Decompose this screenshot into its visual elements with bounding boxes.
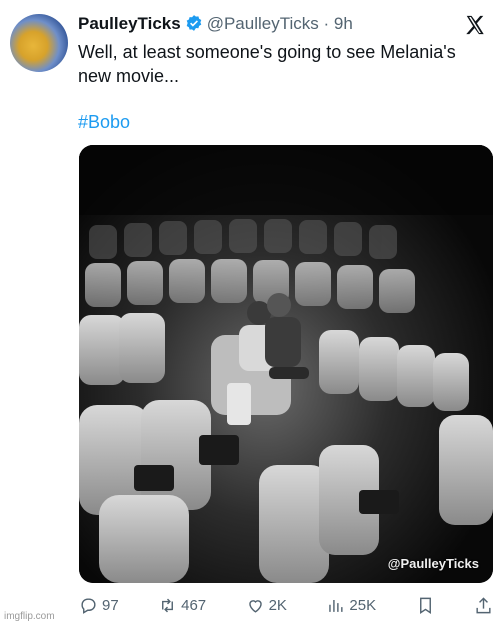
theater-photo: [79, 145, 493, 583]
verified-badge-icon: [185, 14, 203, 39]
reply-button[interactable]: 97: [79, 596, 119, 615]
reply-icon: [81, 597, 96, 614]
repost-icon: [162, 598, 174, 612]
views-button[interactable]: 25K: [326, 596, 376, 615]
site-watermark: imgflip.com: [4, 611, 55, 622]
display-name[interactable]: PaulleyTicks: [78, 14, 181, 33]
reply-count: 97: [102, 596, 119, 614]
share-button[interactable]: [474, 596, 493, 615]
views-chart-icon: [329, 599, 343, 612]
views-count: 25K: [349, 596, 377, 614]
handle[interactable]: @PaulleyTicks: [207, 14, 319, 33]
repost-count: 467: [181, 596, 207, 614]
action-bar: 97 467 2K 25K: [79, 592, 493, 618]
like-count: 2K: [268, 596, 287, 614]
bookmark-icon: [419, 597, 431, 614]
bookmark-button[interactable]: [416, 596, 435, 615]
hashtag-link[interactable]: #Bobo: [78, 112, 130, 133]
media-watermark: @PaulleyTicks: [387, 556, 479, 571]
share-icon: [476, 596, 491, 613]
like-button[interactable]: 2K: [246, 596, 287, 615]
avatar[interactable]: [10, 14, 68, 72]
heart-icon: [248, 599, 262, 613]
timestamp[interactable]: 9h: [334, 14, 353, 33]
separator-dot: ·: [323, 14, 330, 33]
x-logo-icon: [464, 14, 486, 36]
tweet-header: PaulleyTicks @PaulleyTicks · 9h: [78, 12, 486, 38]
repost-button[interactable]: 467: [158, 596, 206, 615]
tweet-media-image[interactable]: @PaulleyTicks: [79, 145, 493, 583]
tweet-text: Well, at least someone's going to see Me…: [78, 42, 456, 86]
